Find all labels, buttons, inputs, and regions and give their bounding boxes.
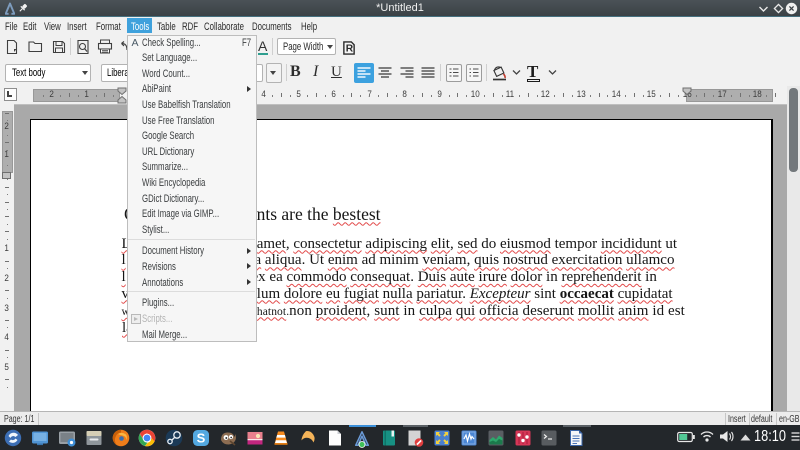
svg-text:S: S [197,431,206,446]
svg-text:A: A [131,37,138,48]
svg-text:R: R [346,44,354,55]
